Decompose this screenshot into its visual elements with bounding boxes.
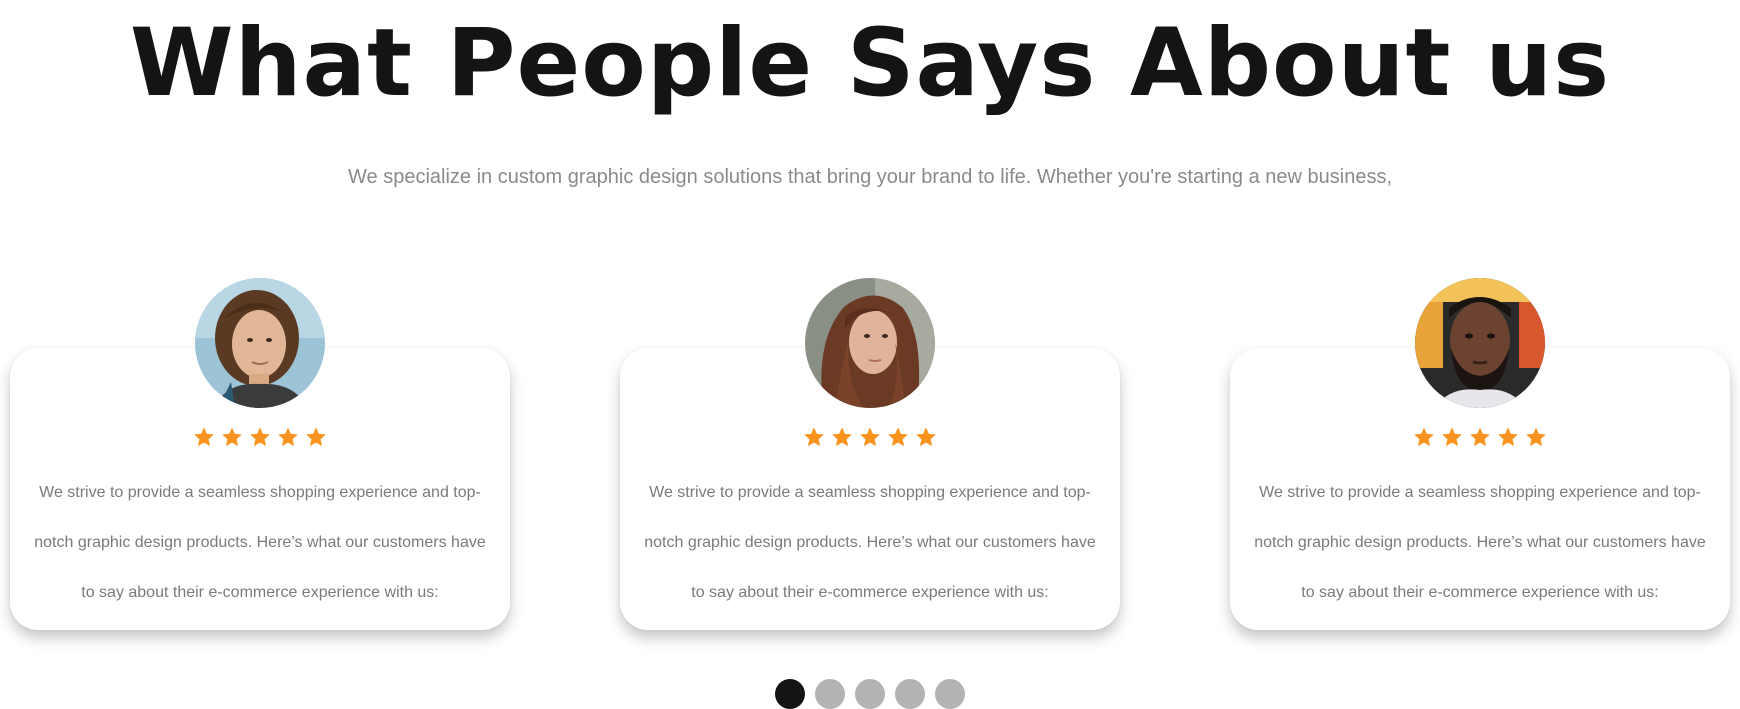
- star-icon: [1470, 427, 1490, 447]
- testimonial-quote: We strive to provide a seamless shopping…: [1254, 484, 1706, 601]
- testimonial-quote: We strive to provide a seamless shopping…: [34, 484, 486, 601]
- star-icon: [194, 427, 214, 447]
- avatar: [195, 278, 325, 408]
- rating-stars: [10, 426, 510, 448]
- testimonial-card: We strive to provide a seamless shopping…: [10, 278, 510, 630]
- pagination-dot-4[interactable]: [895, 679, 925, 709]
- section-subtitle: We specialize in custom graphic design s…: [348, 166, 1392, 188]
- star-icon: [1526, 427, 1546, 447]
- carousel-pagination: [0, 679, 1740, 709]
- star-icon: [804, 427, 824, 447]
- avatar: [1415, 278, 1545, 408]
- rating-stars: [1230, 426, 1730, 448]
- star-icon: [250, 427, 270, 447]
- rating-stars: [620, 426, 1120, 448]
- star-icon: [888, 427, 908, 447]
- star-icon: [1414, 427, 1434, 447]
- star-icon: [1498, 427, 1518, 447]
- pagination-dot-5[interactable]: [935, 679, 965, 709]
- star-icon: [222, 427, 242, 447]
- pagination-dot-3[interactable]: [855, 679, 885, 709]
- pagination-dot-1[interactable]: [775, 679, 805, 709]
- star-icon: [306, 427, 326, 447]
- star-icon: [832, 427, 852, 447]
- star-icon: [1442, 427, 1462, 447]
- section-title: What People Says About us: [129, 9, 1611, 118]
- star-icon: [860, 427, 880, 447]
- star-icon: [916, 427, 936, 447]
- avatar: [805, 278, 935, 408]
- testimonial-quote: We strive to provide a seamless shopping…: [644, 484, 1096, 601]
- star-icon: [278, 427, 298, 447]
- testimonial-card: We strive to provide a seamless shopping…: [620, 278, 1120, 630]
- pagination-dot-2[interactable]: [815, 679, 845, 709]
- testimonial-card: We strive to provide a seamless shopping…: [1230, 278, 1730, 630]
